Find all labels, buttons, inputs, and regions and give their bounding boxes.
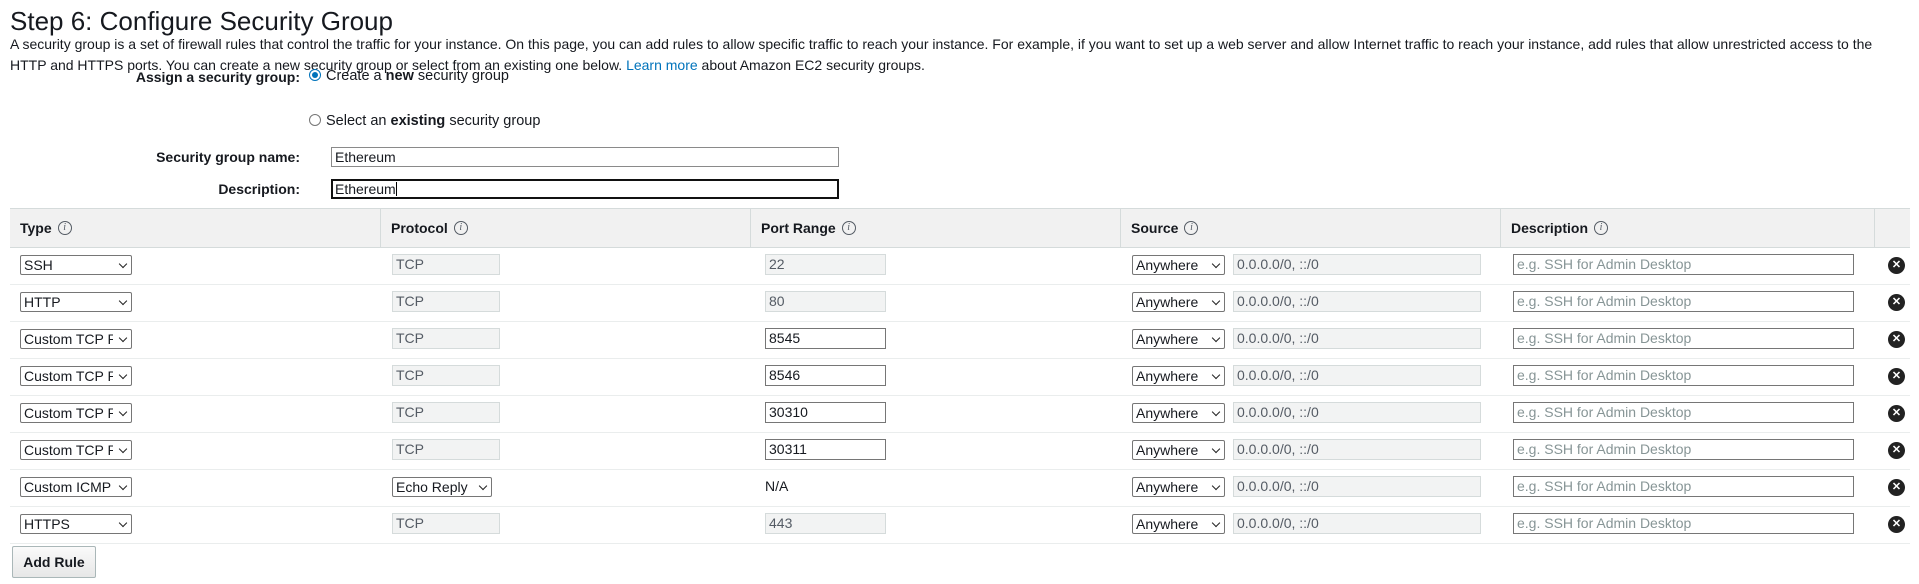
page-title: Step 6: Configure Security Group [10, 6, 393, 36]
protocol-field: TCP [392, 439, 500, 460]
info-icon[interactable]: i [453, 221, 468, 235]
type-select[interactable]: HTTPS [20, 514, 132, 534]
protocol-field: TCP [392, 254, 500, 275]
rule-description-input[interactable]: e.g. SSH for Admin Desktop [1513, 328, 1854, 349]
column-header-description: Description i [1500, 209, 1874, 247]
protocol-field: TCP [392, 513, 500, 534]
security-group-name-input[interactable]: Ethereum [331, 147, 839, 167]
close-circle-icon[interactable]: ✕ [1888, 516, 1905, 533]
close-circle-icon[interactable]: ✕ [1888, 257, 1905, 274]
rule-description-input[interactable]: e.g. SSH for Admin Desktop [1513, 439, 1854, 460]
description-label: Description: [218, 181, 300, 197]
rule-description-input[interactable]: e.g. SSH for Admin Desktop [1513, 402, 1854, 423]
port-range-field: 22 [765, 254, 886, 275]
learn-more-suffix: about Amazon EC2 security groups. [701, 57, 925, 73]
close-circle-icon[interactable]: ✕ [1888, 479, 1905, 496]
port-range-field[interactable]: 30310 [765, 402, 886, 423]
security-group-name-label: Security group name: [156, 149, 300, 165]
security-rules-table: Type i Protocol i Port Range i Source i Desc… [10, 208, 1910, 544]
table-row: HTTP TCP 80 Anywhere 0.0.0.0/0, ::/0 e.g. SSH… [10, 285, 1910, 322]
table-row: Custom TCP R TCP 30310 Anywhere 0.0.0.0/0, :… [10, 396, 1910, 433]
rule-description-input[interactable]: e.g. SSH for Admin Desktop [1513, 513, 1854, 534]
type-select[interactable]: SSH [20, 255, 132, 275]
column-header-source: Source i [1120, 209, 1500, 247]
type-select[interactable]: HTTP [20, 292, 132, 312]
close-circle-icon[interactable]: ✕ [1888, 331, 1905, 348]
protocol-field: TCP [392, 402, 500, 423]
port-range-field[interactable]: 30311 [765, 439, 886, 460]
table-row: Custom TCP R TCP 8545 Anywhere 0.0.0.0/0, ::… [10, 322, 1910, 359]
assign-security-group-label: Assign a security group: [135, 69, 300, 85]
table-header: Type i Protocol i Port Range i Source i Desc… [10, 208, 1910, 248]
protocol-field: TCP [392, 291, 500, 312]
source-cidr-field: 0.0.0.0/0, ::/0 [1233, 365, 1481, 386]
table-body: SSH TCP 22 Anywhere 0.0.0.0/0, ::/0 e.g. SSH … [10, 248, 1910, 544]
type-select[interactable]: Custom TCP R [20, 329, 132, 349]
info-icon[interactable]: i [841, 221, 856, 235]
port-range-text: N/A [765, 478, 789, 494]
source-cidr-field: 0.0.0.0/0, ::/0 [1233, 439, 1481, 460]
radio-select-existing-label: Select an existing security group [326, 113, 541, 129]
info-icon[interactable]: i [1594, 221, 1609, 235]
source-select[interactable]: Anywhere [1132, 329, 1225, 349]
column-header-actions [1874, 209, 1910, 247]
rule-description-input[interactable]: e.g. SSH for Admin Desktop [1513, 476, 1854, 497]
rule-description-input[interactable]: e.g. SSH for Admin Desktop [1513, 291, 1854, 312]
info-icon[interactable]: i [1184, 221, 1199, 235]
close-circle-icon[interactable]: ✕ [1888, 294, 1905, 311]
type-select[interactable]: Custom TCP R [20, 403, 132, 423]
intro-text: A security group is a set of firewall ru… [10, 36, 1873, 73]
type-select[interactable]: Custom ICMP [20, 477, 132, 497]
source-select[interactable]: Anywhere [1132, 440, 1225, 460]
learn-more-link[interactable]: Learn more [626, 57, 698, 73]
source-cidr-field: 0.0.0.0/0, ::/0 [1233, 476, 1481, 497]
radio-select-existing[interactable] [309, 114, 321, 126]
column-header-port-range: Port Range i [750, 209, 1120, 247]
source-cidr-field: 0.0.0.0/0, ::/0 [1233, 513, 1481, 534]
source-cidr-field: 0.0.0.0/0, ::/0 [1233, 291, 1481, 312]
type-select[interactable]: Custom TCP R [20, 366, 132, 386]
add-rule-button[interactable]: Add Rule [12, 546, 96, 578]
source-select[interactable]: Anywhere [1132, 514, 1225, 534]
source-select[interactable]: Anywhere [1132, 255, 1225, 275]
table-row: Custom TCP R TCP 8546 Anywhere 0.0.0.0/0, ::… [10, 359, 1910, 396]
port-range-field[interactable]: 8546 [765, 365, 886, 386]
rule-description-input[interactable]: e.g. SSH for Admin Desktop [1513, 254, 1854, 275]
source-select[interactable]: Anywhere [1132, 292, 1225, 312]
source-cidr-field: 0.0.0.0/0, ::/0 [1233, 254, 1481, 275]
port-range-field: 80 [765, 291, 886, 312]
type-select[interactable]: Custom TCP R [20, 440, 132, 460]
table-row: Custom ICMP Echo Reply N/A Anywhere 0.0.0.0/… [10, 470, 1910, 507]
port-range-field[interactable]: 8545 [765, 328, 886, 349]
protocol-field: TCP [392, 365, 500, 386]
protocol-select[interactable]: Echo Reply [392, 477, 492, 497]
source-cidr-field: 0.0.0.0/0, ::/0 [1233, 328, 1481, 349]
close-circle-icon[interactable]: ✕ [1888, 405, 1905, 422]
radio-select-existing-group[interactable]: Select an existing security group [309, 113, 540, 129]
radio-create-new[interactable] [309, 69, 321, 81]
source-select[interactable]: Anywhere [1132, 403, 1225, 423]
protocol-field: TCP [392, 328, 500, 349]
table-row: HTTPS TCP 443 Anywhere 0.0.0.0/0, ::/0 e.g. S… [10, 507, 1910, 544]
port-range-field: 443 [765, 513, 886, 534]
radio-create-new-label: Create a new security group [326, 68, 509, 84]
close-circle-icon[interactable]: ✕ [1888, 442, 1905, 459]
close-circle-icon[interactable]: ✕ [1888, 368, 1905, 385]
source-select[interactable]: Anywhere [1132, 477, 1225, 497]
description-input[interactable]: Ethereum [331, 179, 839, 199]
source-select[interactable]: Anywhere [1132, 366, 1225, 386]
info-icon[interactable]: i [57, 221, 72, 235]
radio-create-new-group[interactable]: Create a new security group [309, 68, 509, 84]
column-header-type: Type i [10, 209, 380, 247]
rule-description-input[interactable]: e.g. SSH for Admin Desktop [1513, 365, 1854, 386]
source-cidr-field: 0.0.0.0/0, ::/0 [1233, 402, 1481, 423]
text-caret [395, 182, 397, 196]
table-row: Custom TCP R TCP 30311 Anywhere 0.0.0.0/0, :… [10, 433, 1910, 470]
column-header-protocol: Protocol i [380, 209, 750, 247]
table-row: SSH TCP 22 Anywhere 0.0.0.0/0, ::/0 e.g. SSH … [10, 248, 1910, 285]
